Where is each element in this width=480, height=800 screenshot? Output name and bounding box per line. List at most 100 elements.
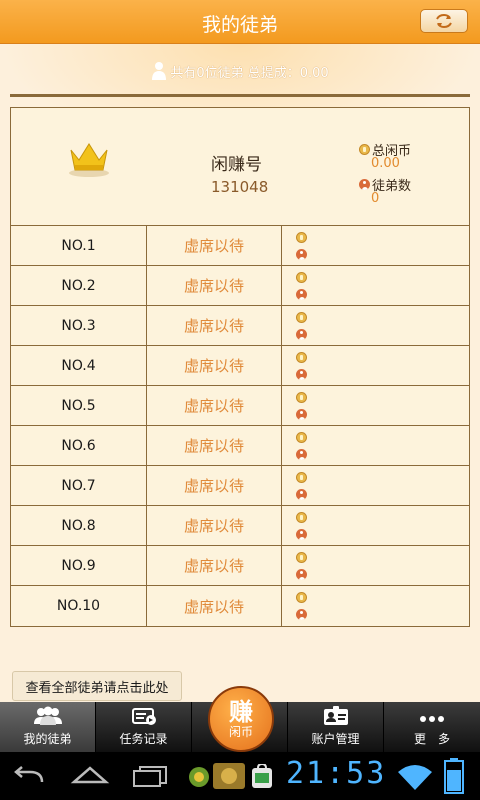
stats-cell xyxy=(282,386,469,425)
master-name: 闲赚号 xyxy=(211,155,262,175)
rank-cell: NO.5 xyxy=(11,386,147,425)
nav-label: 更 多 xyxy=(413,732,450,746)
coin-icon xyxy=(296,431,307,443)
nav-label: 我的徒弟 xyxy=(23,732,72,746)
coin-icon xyxy=(296,351,307,363)
coin-icon xyxy=(296,471,307,483)
id-card-icon xyxy=(323,706,348,725)
rank-cell: NO.6 xyxy=(11,426,147,465)
total-coins-value: 0.00 xyxy=(371,156,400,171)
stats-cell xyxy=(282,346,469,385)
rank-cell: NO.7 xyxy=(11,466,147,505)
photo-app-icon xyxy=(213,763,245,789)
earn-big-label: 赚 xyxy=(229,698,253,726)
name-cell: 虚席以待 xyxy=(147,306,282,345)
person-badge-icon xyxy=(296,248,307,260)
rank-cell: NO.8 xyxy=(11,506,147,545)
rank-cell: NO.2 xyxy=(11,266,147,305)
summary-line: 共有0位徒弟 总提成：0.00 xyxy=(0,58,480,84)
summary-text: 共有0位徒弟 总提成：0.00 xyxy=(170,65,329,81)
nav-my-apprentices[interactable]: 我的徒弟 xyxy=(0,702,96,752)
stats-cell xyxy=(282,306,469,345)
stats-cell xyxy=(282,266,469,305)
nav-more[interactable]: 更 多 xyxy=(384,702,480,752)
earn-coins-button[interactable]: 赚 闲币 xyxy=(208,686,274,752)
table-row: NO.10 虚席以待 xyxy=(11,586,469,626)
rank-cell: NO.3 xyxy=(11,306,147,345)
person-badge-icon xyxy=(296,609,307,620)
view-all-button[interactable]: 查看全部徒弟请点击此处 xyxy=(12,671,182,701)
name-cell: 虚席以待 xyxy=(147,546,282,585)
name-cell: 虚席以待 xyxy=(147,386,282,425)
wifi-icon xyxy=(398,765,432,790)
rank-cell: NO.1 xyxy=(11,226,147,265)
nav-center-slot: 赚 闲币 xyxy=(192,686,288,752)
name-cell: 虚席以待 xyxy=(147,226,282,265)
coin-icon xyxy=(296,311,307,323)
coin-icon xyxy=(296,511,307,523)
rank-cell: NO.4 xyxy=(11,346,147,385)
person-badge-icon xyxy=(296,448,307,460)
nav-account-management[interactable]: 账户管理 xyxy=(288,702,384,752)
store-app-icon xyxy=(252,764,272,788)
name-cell: 虚席以待 xyxy=(147,586,282,626)
battery-icon xyxy=(444,758,464,794)
bottom-nav: 我的徒弟 任务记录 赚 闲币 账户管理 更 多 xyxy=(0,686,480,752)
person-icon xyxy=(152,62,167,80)
stats-cell xyxy=(282,226,469,265)
master-id: 131048 xyxy=(211,178,269,196)
person-badge-icon xyxy=(296,408,307,420)
rank-cell: NO.10 xyxy=(11,586,147,626)
coin-icon xyxy=(296,391,307,403)
master-info: 闲赚号 131048 总闲币 0.00 徒弟数 0 xyxy=(11,108,469,226)
coin-icon xyxy=(359,144,370,155)
recent-apps-icon[interactable] xyxy=(130,764,170,788)
refresh-button[interactable] xyxy=(420,9,468,33)
apprentice-count-stat: 徒弟数 xyxy=(359,175,411,194)
earn-small-label: 闲币 xyxy=(228,725,253,739)
table-row: NO.6 虚席以待 xyxy=(11,426,469,466)
name-cell: 虚席以待 xyxy=(147,426,282,465)
apprentice-table: 闲赚号 131048 总闲币 0.00 徒弟数 0 NO.1 虚席以待 NO.2… xyxy=(10,107,470,627)
name-cell: 虚席以待 xyxy=(147,506,282,545)
name-cell: 虚席以待 xyxy=(147,266,282,305)
stats-cell xyxy=(282,586,469,626)
back-icon[interactable] xyxy=(12,766,48,786)
table-row: NO.9 虚席以待 xyxy=(11,546,469,586)
coin-icon xyxy=(296,551,307,563)
home-icon[interactable] xyxy=(70,764,110,786)
refresh-icon xyxy=(436,13,452,29)
stats-cell xyxy=(282,466,469,505)
system-bar: 21:53 xyxy=(0,752,480,800)
person-badge-icon xyxy=(296,568,307,580)
person-badge-icon xyxy=(359,179,370,190)
table-row: NO.2 虚席以待 xyxy=(11,266,469,306)
stats-cell xyxy=(282,426,469,465)
name-cell: 虚席以待 xyxy=(147,466,282,505)
stats-cell xyxy=(282,546,469,585)
table-row: NO.1 虚席以待 xyxy=(11,226,469,266)
nav-label: 任务记录 xyxy=(119,732,168,746)
table-row: NO.4 虚席以待 xyxy=(11,346,469,386)
table-row: NO.7 虚席以待 xyxy=(11,466,469,506)
table-row: NO.5 虚席以待 xyxy=(11,386,469,426)
person-badge-icon xyxy=(296,288,307,300)
game-app-icon xyxy=(189,767,209,787)
nav-task-record[interactable]: 任务记录 xyxy=(96,702,192,752)
clock: 21:53 xyxy=(286,756,387,791)
person-badge-icon xyxy=(296,488,307,500)
coin-icon xyxy=(296,592,307,603)
coin-icon xyxy=(296,231,307,243)
table-row: NO.8 虚席以待 xyxy=(11,506,469,546)
apprentice-count-value: 0 xyxy=(371,191,380,206)
divider xyxy=(10,94,470,97)
table-row: NO.3 虚席以待 xyxy=(11,306,469,346)
crown-icon xyxy=(69,143,109,177)
person-badge-icon xyxy=(296,368,307,380)
header-bar: 我的徒弟 xyxy=(0,0,480,44)
rank-cell: NO.9 xyxy=(11,546,147,585)
person-badge-icon xyxy=(296,528,307,540)
person-badge-icon xyxy=(296,328,307,340)
people-icon xyxy=(33,706,62,725)
page-title: 我的徒弟 xyxy=(201,14,278,36)
